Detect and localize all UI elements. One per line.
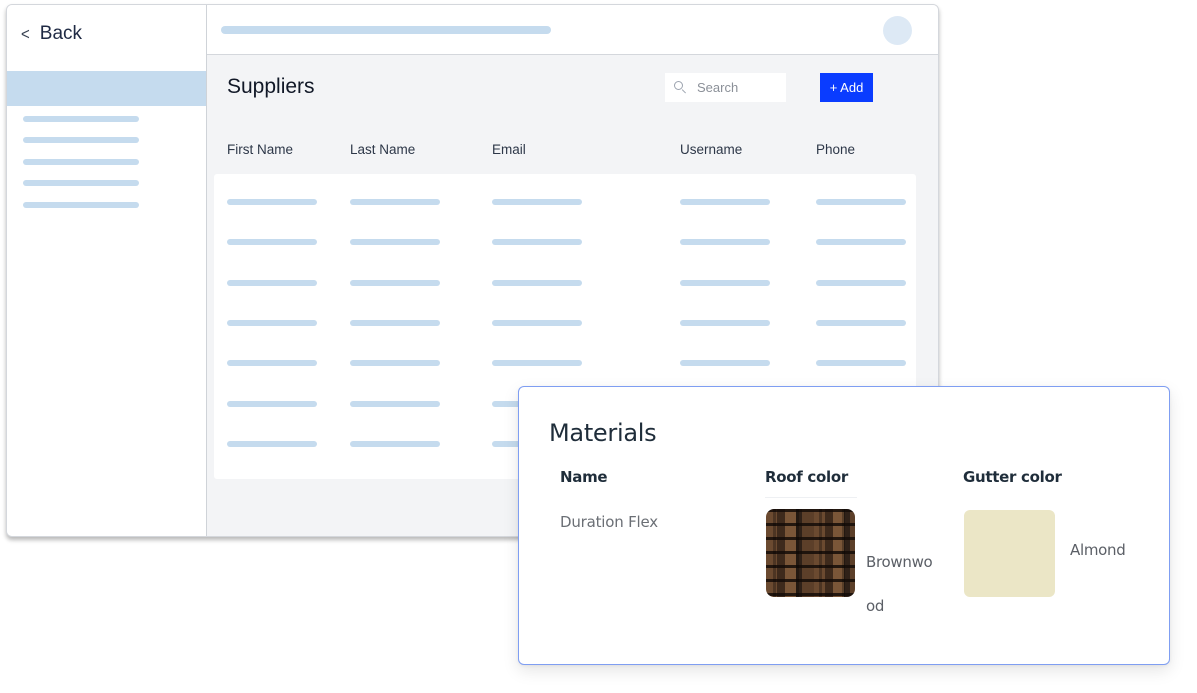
search-input[interactable]: Search [665, 73, 786, 102]
table-cell-placeholder [492, 360, 582, 367]
material-name: Duration Flex [560, 513, 658, 531]
table-cell-placeholder [227, 440, 317, 447]
table-cell-placeholder [680, 239, 770, 246]
roof-color-label: Brownwood [866, 553, 933, 615]
table-cell-placeholder [227, 199, 317, 205]
table-cell-placeholder [227, 239, 317, 246]
materials-title: Materials [549, 419, 657, 447]
add-supplier-button[interactable]: + Add [820, 73, 873, 102]
sidebar-item-placeholder[interactable] [23, 159, 139, 165]
column-header-phone[interactable]: Phone [816, 142, 855, 157]
chevron-left-icon: < [21, 24, 30, 44]
materials-column-roof-color: Roof color [765, 468, 848, 486]
table-cell-placeholder [350, 199, 440, 205]
breadcrumb-placeholder [221, 26, 551, 34]
gutter-color-label: Almond [1070, 541, 1126, 559]
table-cell-placeholder [492, 279, 582, 286]
materials-column-name: Name [560, 468, 608, 486]
sidebar-item-placeholder[interactable] [23, 180, 139, 186]
sidebar-item-placeholder[interactable] [23, 202, 139, 208]
table-cell-placeholder [492, 319, 582, 326]
table-cell-placeholder [227, 400, 317, 407]
table-cell-placeholder [680, 360, 770, 367]
table-cell-placeholder [350, 239, 440, 246]
search-placeholder: Search [697, 80, 739, 95]
sidebar: < Back [7, 5, 207, 536]
column-header-email[interactable]: Email [492, 142, 526, 157]
column-header-last-name[interactable]: Last Name [350, 142, 415, 157]
table-cell-placeholder [227, 279, 317, 286]
table-cell-placeholder [350, 440, 440, 447]
table-cell-placeholder [816, 239, 906, 246]
sidebar-item-placeholder[interactable] [23, 137, 139, 143]
table-cell-placeholder [816, 319, 906, 326]
avatar[interactable] [883, 16, 912, 45]
header-divider [765, 497, 857, 498]
table-cell-placeholder [350, 400, 440, 407]
table-cell-placeholder [227, 360, 317, 367]
table-cell-placeholder [680, 319, 770, 326]
materials-column-gutter-color: Gutter color [963, 468, 1062, 486]
gutter-color-swatch [964, 510, 1055, 597]
table-cell-placeholder [350, 319, 440, 326]
table-cell-placeholder [350, 360, 440, 367]
table-cell-placeholder [492, 199, 582, 205]
search-icon [674, 81, 687, 94]
sidebar-item-active[interactable] [7, 71, 206, 106]
column-header-first-name[interactable]: First Name [227, 142, 293, 157]
table-cell-placeholder [227, 319, 317, 326]
column-header-username[interactable]: Username [680, 142, 742, 157]
back-link[interactable]: < Back [21, 23, 82, 45]
table-cell-placeholder [680, 279, 770, 286]
materials-card: Materials Name Roof color Gutter color D… [518, 386, 1170, 665]
top-bar [207, 5, 938, 55]
table-cell-placeholder [350, 279, 440, 286]
table-cell-placeholder [492, 239, 582, 246]
table-cell-placeholder [680, 199, 770, 205]
page-title: Suppliers [227, 75, 315, 98]
table-cell-placeholder [816, 279, 906, 286]
table-cell-placeholder [816, 199, 906, 205]
back-label: Back [39, 23, 83, 44]
sidebar-item-placeholder[interactable] [23, 116, 139, 122]
roof-color-swatch [766, 509, 855, 597]
table-cell-placeholder [816, 360, 906, 367]
